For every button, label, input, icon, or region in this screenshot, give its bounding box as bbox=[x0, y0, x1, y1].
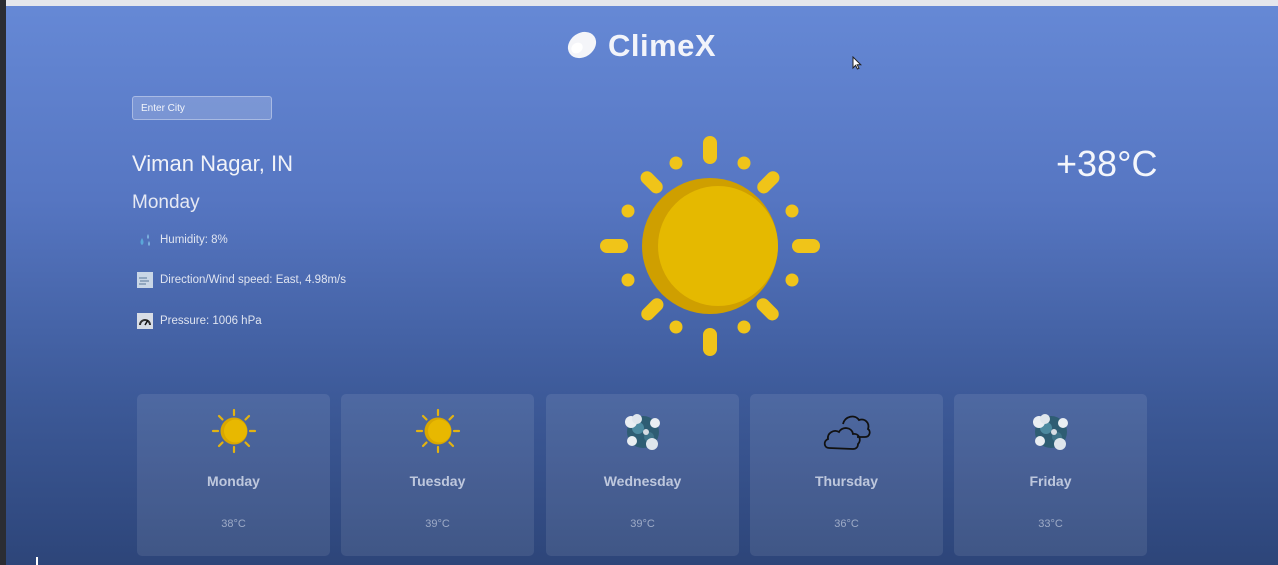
forecast-temp: 39°C bbox=[630, 518, 655, 530]
sun-icon bbox=[211, 408, 257, 459]
forecast-day: Thursday bbox=[814, 473, 878, 489]
forecast-card: Thursday 36°C bbox=[750, 394, 943, 556]
current-temperature: +38°C bbox=[1056, 143, 1158, 184]
wind-icon bbox=[137, 272, 153, 288]
humidity-icon bbox=[137, 232, 153, 248]
forecast-card: Monday 38°C bbox=[137, 394, 330, 556]
forecast-temp: 36°C bbox=[834, 518, 859, 530]
location-name: Viman Nagar, IN bbox=[132, 151, 294, 176]
forecast-temp: 39°C bbox=[425, 518, 450, 530]
forecast-day: Tuesday bbox=[409, 473, 466, 489]
cloudy-globe-icon bbox=[1028, 408, 1074, 459]
forecast-card: Friday 33°C bbox=[954, 394, 1147, 556]
forecast-day: Friday bbox=[1029, 473, 1072, 489]
text-caret bbox=[36, 557, 38, 565]
pressure-text: Pressure: 1006 hPa bbox=[160, 315, 262, 327]
browser-top-strip bbox=[6, 0, 1278, 6]
brand-header: ClimeX bbox=[564, 24, 716, 68]
forecast-card: Wednesday 39°C bbox=[546, 394, 739, 556]
forecast-day: Wednesday bbox=[603, 473, 682, 489]
forecast-day: Monday bbox=[207, 473, 260, 489]
sun-icon bbox=[415, 408, 461, 459]
humidity-detail: Humidity: 8% bbox=[137, 232, 228, 248]
mouse-cursor-icon bbox=[852, 55, 863, 75]
wind-detail: Direction/Wind speed: East, 4.98m/s bbox=[137, 272, 346, 288]
city-search-input[interactable] bbox=[132, 96, 272, 120]
cloudy-globe-icon bbox=[620, 408, 666, 459]
forecast-temp: 38°C bbox=[221, 518, 246, 530]
pressure-icon bbox=[137, 313, 153, 329]
wind-text: Direction/Wind speed: East, 4.98m/s bbox=[160, 274, 346, 286]
humidity-text: Humidity: 8% bbox=[160, 234, 228, 246]
pressure-detail: Pressure: 1006 hPa bbox=[137, 313, 262, 329]
forecast-card: Tuesday 39°C bbox=[341, 394, 534, 556]
cloud-icon bbox=[564, 26, 600, 67]
cloud-outline-icon bbox=[821, 408, 873, 461]
app-window: ClimeX Viman Nagar, IN Monday Humidity: … bbox=[6, 0, 1278, 565]
sun-icon bbox=[592, 132, 828, 365]
forecast-temp: 33°C bbox=[1038, 518, 1063, 530]
current-day: Monday bbox=[132, 192, 200, 213]
app-title: ClimeX bbox=[608, 28, 717, 63]
